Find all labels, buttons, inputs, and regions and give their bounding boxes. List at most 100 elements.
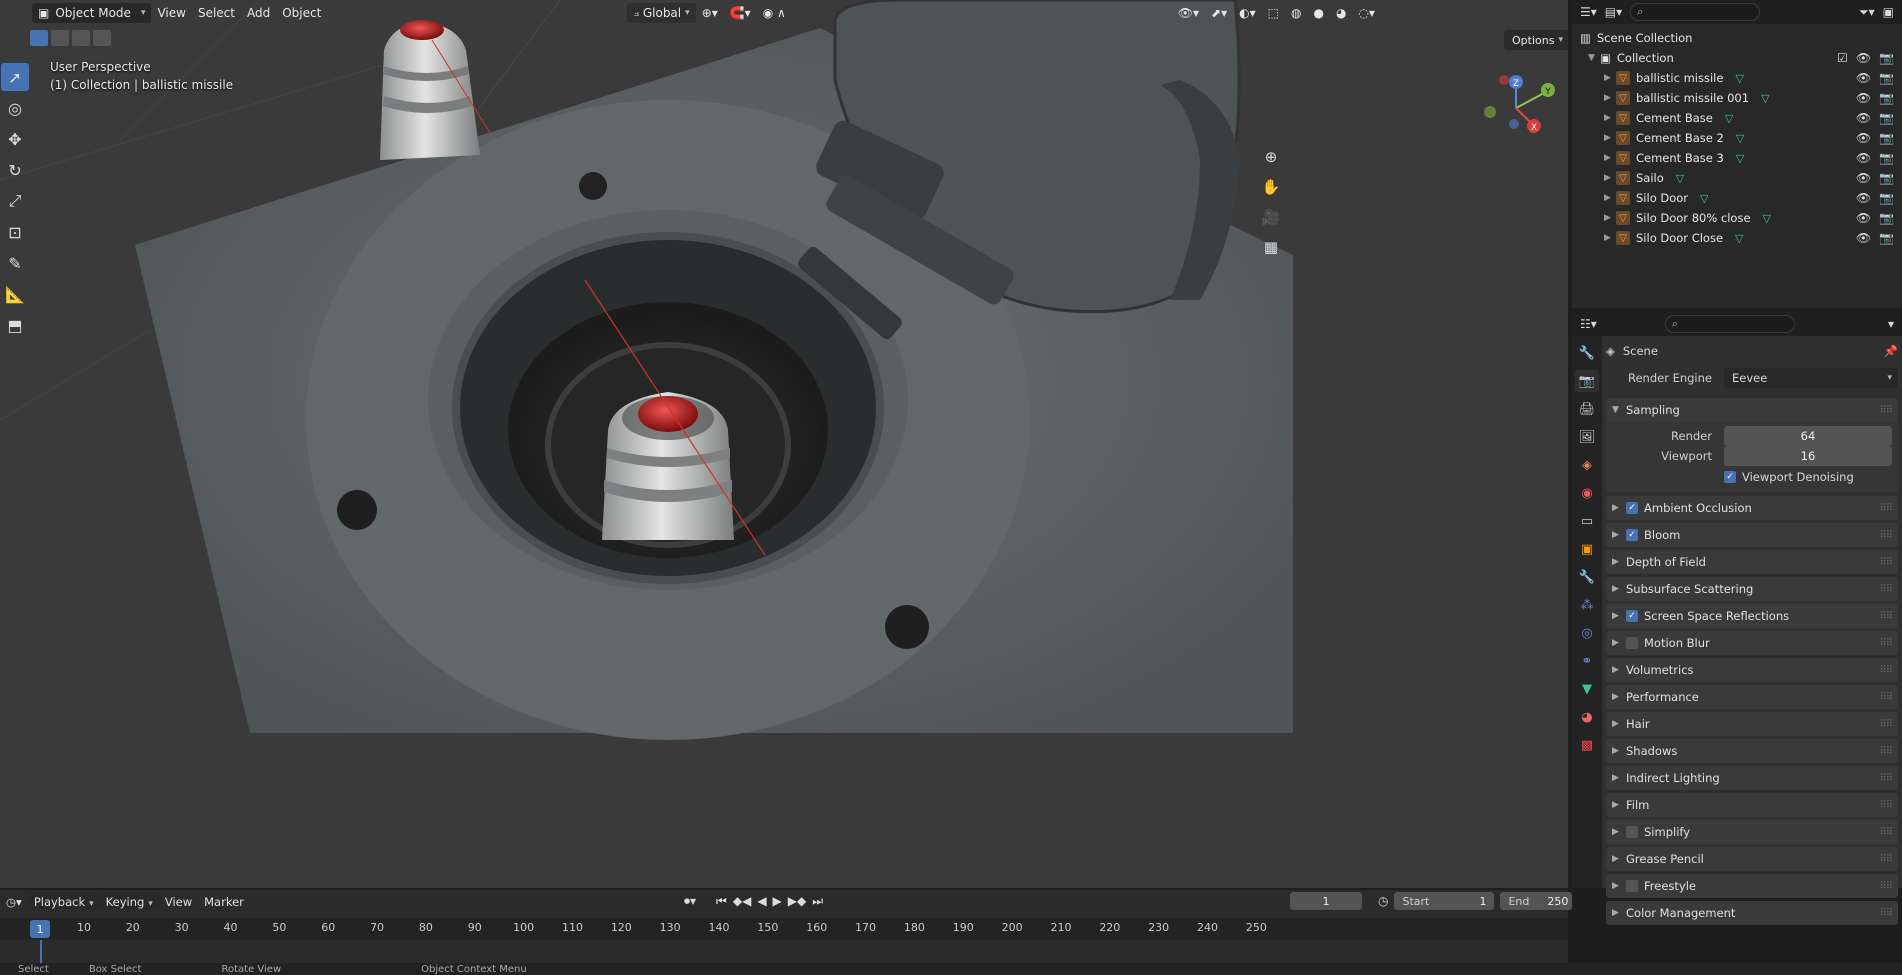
drag-handle-icon[interactable]: ⠿⠿ [1879, 405, 1893, 416]
pan-hand-icon[interactable]: ✋ [1258, 174, 1284, 200]
panel-grease-pencil[interactable]: ▶ Grease Pencil ⠿⠿ [1606, 847, 1898, 871]
scene-collection-row[interactable]: ▥ Scene Collection [1580, 28, 1902, 48]
overlay-toggle-icon[interactable]: ◐▾ [1233, 3, 1262, 23]
play-icon[interactable]: ▶ [773, 894, 782, 909]
menu-playback[interactable]: Playback ▾ [27, 895, 100, 909]
drag-handle-icon[interactable]: ⠿⠿ [1879, 746, 1893, 757]
render-tab-icon[interactable]: 📷 [1575, 370, 1599, 392]
camera-icon[interactable]: 📷 [1879, 111, 1894, 125]
camera-icon[interactable]: 📷 [1879, 151, 1894, 165]
panel-film[interactable]: ▶ Film ⠿⠿ [1606, 793, 1898, 817]
select-new-icon[interactable] [30, 30, 48, 46]
3d-viewport[interactable]: ▣ Object Mode ▾ View Select Add Object ⟓… [0, 0, 1568, 888]
drag-handle-icon[interactable]: ⠿⠿ [1879, 530, 1893, 541]
display-mode-icon[interactable]: ▤▾ [1605, 5, 1622, 19]
eye-icon[interactable]: 👁 [1856, 91, 1871, 105]
current-frame-indicator[interactable]: 1 [30, 920, 50, 938]
camera-icon[interactable]: 📷 [1879, 91, 1894, 105]
outliner-search-input[interactable]: ⌕ [1630, 3, 1761, 21]
shading-wireframe-icon[interactable]: ◍ [1285, 3, 1307, 23]
panel-checkbox[interactable] [1626, 880, 1638, 892]
gizmo-toggle-icon[interactable]: ⬈▾ [1205, 3, 1233, 23]
drag-handle-icon[interactable]: ⠿⠿ [1879, 557, 1893, 568]
drag-handle-icon[interactable]: ⠿⠿ [1879, 638, 1893, 649]
drag-handle-icon[interactable]: ⠿⠿ [1879, 665, 1893, 676]
outliner-item[interactable]: ▶ ▽ Silo Door 80% close ▽ 👁 📷 [1580, 208, 1902, 228]
measure-tool-icon[interactable]: 📐 [1, 280, 29, 308]
view-layer-tab-icon[interactable]: 🖼 [1575, 426, 1599, 448]
camera-icon[interactable]: 📷 [1879, 51, 1894, 65]
navigation-gizmo[interactable]: Z Y X [1478, 66, 1568, 142]
scale-tool-icon[interactable]: ⤢ [1, 187, 29, 215]
camera-view-icon[interactable]: 🎥 [1258, 204, 1284, 230]
xray-icon[interactable]: ⬚ [1262, 3, 1285, 23]
panel-hair[interactable]: ▶ Hair ⠿⠿ [1606, 712, 1898, 736]
scene-tab-icon[interactable]: ◈ [1575, 454, 1599, 476]
filter-icon[interactable]: ⏷▾ [1859, 5, 1875, 20]
menu-add[interactable]: Add [241, 3, 276, 23]
outliner-item[interactable]: ▶ ▽ Cement Base 3 ▽ 👁 📷 [1580, 148, 1902, 168]
panel-depth-of-field[interactable]: ▶ Depth of Field ⠿⠿ [1606, 550, 1898, 574]
eye-icon[interactable]: 👁 [1856, 131, 1871, 145]
drag-handle-icon[interactable]: ⠿⠿ [1879, 827, 1893, 838]
physics-tab-icon[interactable]: ◎ [1575, 622, 1599, 644]
expand-arrow-icon[interactable]: ▶ [1604, 193, 1616, 203]
camera-icon[interactable]: 📷 [1879, 171, 1894, 185]
jump-start-icon[interactable]: ⏮ [716, 894, 727, 909]
ortho-grid-icon[interactable]: ▦ [1258, 234, 1284, 260]
visibility-icon[interactable]: 👁▾ [1172, 3, 1205, 23]
drag-handle-icon[interactable]: ⠿⠿ [1879, 584, 1893, 595]
menu-marker[interactable]: Marker [198, 895, 250, 909]
mesh-data-icon[interactable]: ▽ [1736, 152, 1744, 165]
frame-ruler[interactable]: 1 10 20 30 40 50 60 70 80 90 100 110 120 130 140 150 16… [0, 918, 1568, 940]
annotate-tool-icon[interactable]: ✎ [1, 249, 29, 277]
expand-arrow-icon[interactable]: ▶ [1604, 153, 1616, 163]
drag-handle-icon[interactable]: ⠿⠿ [1879, 908, 1893, 919]
options-dropdown[interactable]: Options ▾ [1504, 30, 1568, 50]
viewport-samples-field[interactable]: 16 [1724, 446, 1892, 466]
clock-icon[interactable]: ◷ [1378, 894, 1388, 908]
mesh-data-icon[interactable]: ▽ [1700, 192, 1708, 205]
select-extend-icon[interactable] [51, 30, 69, 46]
camera-icon[interactable]: 📷 [1879, 71, 1894, 85]
panel-freestyle[interactable]: ▶ Freestyle ⠿⠿ [1606, 874, 1898, 898]
viewport-denoising-checkbox[interactable]: ✓ [1724, 471, 1736, 483]
panel-simplify[interactable]: ▶ Simplify ⠿⠿ [1606, 820, 1898, 844]
mesh-data-icon[interactable]: ▽ [1735, 232, 1743, 245]
panel-checkbox[interactable]: ✓ [1626, 502, 1638, 514]
move-tool-icon[interactable]: ✥ [1, 125, 29, 153]
render-samples-field[interactable]: 64 [1724, 426, 1892, 446]
editor-type-icon[interactable]: ☰▾ [1580, 5, 1597, 19]
transform-tool-icon[interactable]: ⊡ [1, 218, 29, 246]
drag-handle-icon[interactable]: ⠿⠿ [1879, 773, 1893, 784]
checkbox-icon[interactable]: ☑ [1837, 51, 1848, 65]
camera-icon[interactable]: 📷 [1879, 131, 1894, 145]
expand-arrow-icon[interactable]: ▶ [1604, 233, 1616, 243]
editor-type-icon[interactable]: ◷▾ [0, 895, 28, 909]
menu-select[interactable]: Select [192, 3, 241, 23]
render-engine-dropdown[interactable]: Eevee ▾ [1724, 368, 1898, 388]
record-icon[interactable]: ⏺▾ [684, 894, 696, 909]
panel-checkbox[interactable] [1626, 826, 1638, 838]
data-tab-icon[interactable]: ▼ [1575, 678, 1599, 700]
panel-color-management[interactable]: ▶ Color Management ⠿⠿ [1606, 901, 1898, 925]
tool-tab-icon[interactable]: 🔧 [1575, 342, 1599, 364]
mesh-data-icon[interactable]: ▽ [1761, 92, 1769, 105]
mesh-data-icon[interactable]: ▽ [1725, 112, 1733, 125]
transform-orientation-dropdown[interactable]: ⟓ Global ▾ [627, 2, 696, 23]
add-cube-tool-icon[interactable]: ⬒ [1, 311, 29, 339]
prev-keyframe-icon[interactable]: ◆◀ [733, 894, 751, 909]
expand-arrow-icon[interactable]: ▶ [1604, 173, 1616, 183]
collection-row[interactable]: ▼ ▣ Collection ☑ 👁 📷 [1580, 48, 1902, 68]
expand-arrow-icon[interactable]: ▶ [1604, 113, 1616, 123]
start-frame-field[interactable]: Start 1 [1394, 892, 1495, 910]
eye-icon[interactable]: 👁 [1856, 211, 1871, 225]
outliner-item[interactable]: ▶ ▽ Cement Base 2 ▽ 👁 📷 [1580, 128, 1902, 148]
viewport-denoising-row[interactable]: ✓ Viewport Denoising [1606, 466, 1898, 488]
shading-solid-icon[interactable]: ● [1307, 3, 1329, 23]
panel-volumetrics[interactable]: ▶ Volumetrics ⠿⠿ [1606, 658, 1898, 682]
eye-icon[interactable]: 👁 [1856, 231, 1871, 245]
menu-view[interactable]: View [159, 895, 198, 909]
panel-motion-blur[interactable]: ▶ Motion Blur ⠿⠿ [1606, 631, 1898, 655]
outliner-item[interactable]: ▶ ▽ ballistic missile ▽ 👁 📷 [1580, 68, 1902, 88]
